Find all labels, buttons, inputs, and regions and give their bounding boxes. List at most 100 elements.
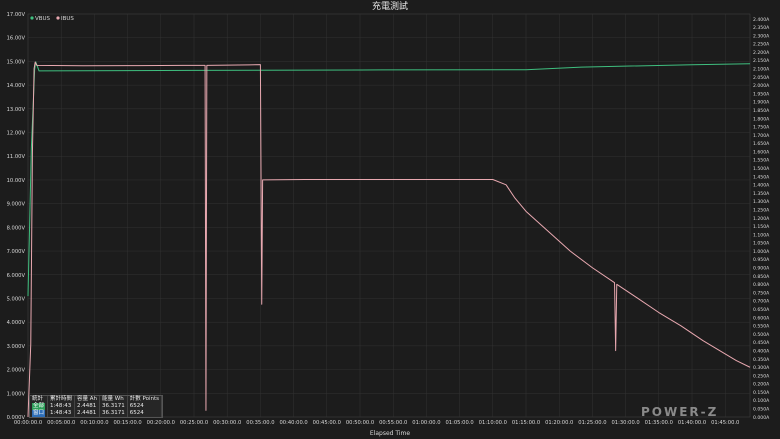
y-right-tick-label: 1.300A bbox=[753, 199, 770, 205]
y-right-tick-label: 2.100A bbox=[753, 67, 770, 73]
y-left-tick-label: 0.000V bbox=[7, 415, 26, 421]
y-right-tick-label: 0.300A bbox=[753, 365, 770, 371]
y-left-tick-label: 14.00V bbox=[7, 83, 26, 89]
y-left-tick-label: 9.000V bbox=[7, 202, 26, 208]
x-tick-label: 00:45:00.0 bbox=[313, 420, 341, 426]
y-right-tick-label: 2.350A bbox=[753, 25, 770, 31]
y-right-tick-label: 1.350A bbox=[753, 191, 770, 197]
legend-vbus-marker bbox=[30, 16, 34, 20]
stats-row-all: 全部 1:48:43 2.4481 36.3171 6524 bbox=[30, 403, 163, 410]
stats-row-label: 全部 bbox=[30, 403, 49, 410]
x-tick-label: 00:20:00.0 bbox=[147, 420, 175, 426]
y-right-tick-label: 1.650A bbox=[753, 141, 770, 147]
y-right-tick-label: 1.900A bbox=[753, 100, 770, 106]
y-left-tick-label: 4.000V bbox=[7, 320, 26, 326]
y-right-tick-label: 0.650A bbox=[753, 307, 770, 313]
stats-tag-all: 全部 bbox=[32, 403, 46, 410]
y-left-tick-label: 10.00V bbox=[7, 178, 26, 184]
y-right-tick-label: 0.000A bbox=[753, 415, 770, 421]
y-right-tick-label: 1.250A bbox=[753, 207, 770, 213]
y-right-tick-label: 1.050A bbox=[753, 241, 770, 247]
y-left-tick-label: 17.00V bbox=[7, 12, 26, 18]
y-right-tick-label: 2.250A bbox=[753, 42, 770, 48]
y-right-tick-label: 0.750A bbox=[753, 290, 770, 296]
y-right-tick-label: 0.450A bbox=[753, 340, 770, 346]
y-left-tick-label: 6.000V bbox=[7, 273, 26, 279]
stats-table: 統計 累計時間 容量 Ah 能量 Wh 計數 Points 全部 1:48:43… bbox=[29, 395, 164, 418]
x-tick-label: 01:20:00.0 bbox=[545, 420, 573, 426]
x-tick-label: 00:25:00.0 bbox=[180, 420, 208, 426]
x-tick-label: 00:55:00.0 bbox=[379, 420, 407, 426]
y-right-tick-label: 0.250A bbox=[753, 373, 770, 379]
y-left-tick-label: 2.000V bbox=[7, 368, 26, 374]
x-axis-label: Elapsed Time bbox=[370, 430, 410, 437]
x-tick-label: 01:05:00.0 bbox=[445, 420, 473, 426]
x-tick-label: 00:15:00.0 bbox=[113, 420, 141, 426]
y-right-tick-label: 2.200A bbox=[753, 50, 770, 56]
x-tick-label: 01:25:00.0 bbox=[578, 420, 606, 426]
y-right-tick-label: 0.350A bbox=[753, 357, 770, 363]
y-right-tick-label: 0.100A bbox=[753, 398, 770, 404]
stats-row-label: 窗口 bbox=[30, 410, 49, 417]
y-left-tick-label: 1.000V bbox=[7, 391, 26, 397]
stats-header-row: 統計 累計時間 容量 Ah 能量 Wh 計數 Points bbox=[30, 396, 163, 403]
stats-tag-window: 窗口 bbox=[32, 410, 46, 417]
y-right-tick-label: 0.150A bbox=[753, 390, 770, 396]
y-right-tick-label: 1.850A bbox=[753, 108, 770, 114]
x-tick-label: 00:35:00.0 bbox=[246, 420, 274, 426]
stats-header-cell: 容量 Ah bbox=[74, 396, 101, 403]
stats-ah: 2.4481 bbox=[74, 403, 101, 410]
y-right-tick-label: 1.200A bbox=[753, 216, 770, 222]
y-right-tick-label: 2.150A bbox=[753, 58, 770, 64]
stats-header-cell: 累計時間 bbox=[47, 396, 76, 403]
x-tick-label: 00:05:00.0 bbox=[47, 420, 75, 426]
y-right-tick-label: 0.500A bbox=[753, 332, 770, 338]
y-right-tick-label: 1.100A bbox=[753, 232, 770, 238]
stats-header-cell: 能量 Wh bbox=[99, 396, 128, 403]
y-left-tick-label: 3.000V bbox=[7, 344, 26, 350]
y-left-tick-label: 11.00V bbox=[7, 154, 26, 160]
x-tick-label: 01:30:00.0 bbox=[611, 420, 639, 426]
x-tick-label: 01:40:00.0 bbox=[678, 420, 706, 426]
y-right-tick-label: 0.600A bbox=[753, 315, 770, 321]
y-right-tick-label: 0.850A bbox=[753, 274, 770, 280]
x-tick-label: 01:45:00.0 bbox=[711, 420, 739, 426]
y-right-tick-label: 0.200A bbox=[753, 382, 770, 388]
y-right-tick-label: 2.300A bbox=[753, 33, 770, 39]
plot-area bbox=[27, 13, 751, 418]
y-right-tick-label: 0.550A bbox=[753, 324, 770, 330]
stats-points: 6524 bbox=[127, 403, 163, 410]
y-left-tick-label: 8.000V bbox=[7, 225, 26, 231]
x-tick-label: 00:30:00.0 bbox=[213, 420, 241, 426]
legend-ibus-marker bbox=[56, 16, 60, 20]
y-right-tick-label: 1.800A bbox=[753, 116, 770, 122]
y-right-tick-label: 2.000A bbox=[753, 83, 770, 89]
y-right-tick-label: 0.700A bbox=[753, 299, 770, 305]
y-left-tick-label: 5.000V bbox=[7, 296, 26, 302]
stats-wh: 36.3171 bbox=[99, 403, 128, 410]
legend-vbus-label[interactable]: VBUS bbox=[35, 16, 51, 22]
x-tick-label: 01:10:00.0 bbox=[479, 420, 507, 426]
y-right-tick-label: 1.950A bbox=[753, 91, 770, 97]
x-tick-label: 01:15:00.0 bbox=[512, 420, 540, 426]
x-tick-label: 00:40:00.0 bbox=[279, 420, 307, 426]
legend-ibus-label[interactable]: IBUS bbox=[61, 16, 74, 22]
y-right-tick-label: 1.600A bbox=[753, 149, 770, 155]
y-right-tick-label: 0.950A bbox=[753, 257, 770, 263]
y-right-tick-label: 2.050A bbox=[753, 75, 770, 81]
x-tick-label: 01:35:00.0 bbox=[645, 420, 673, 426]
y-right-tick-label: 1.550A bbox=[753, 158, 770, 164]
y-right-tick-label: 0.800A bbox=[753, 282, 770, 288]
y-right-tick-label: 1.700A bbox=[753, 133, 770, 139]
power-z-watermark: POWER-Z bbox=[641, 405, 719, 419]
y-right-tick-label: 1.500A bbox=[753, 166, 770, 172]
x-tick-label: 00:50:00.0 bbox=[346, 420, 374, 426]
x-tick-label: 00:10:00.0 bbox=[80, 420, 108, 426]
stats-wh: 36.3171 bbox=[99, 410, 128, 417]
stats-time: 1:48:43 bbox=[47, 403, 76, 410]
y-left-tick-label: 7.000V bbox=[7, 249, 26, 255]
y-right-tick-label: 0.050A bbox=[753, 407, 770, 413]
stats-points: 6524 bbox=[127, 410, 163, 417]
y-right-tick-label: 0.400A bbox=[753, 348, 770, 354]
y-left-tick-label: 12.00V bbox=[7, 131, 26, 137]
